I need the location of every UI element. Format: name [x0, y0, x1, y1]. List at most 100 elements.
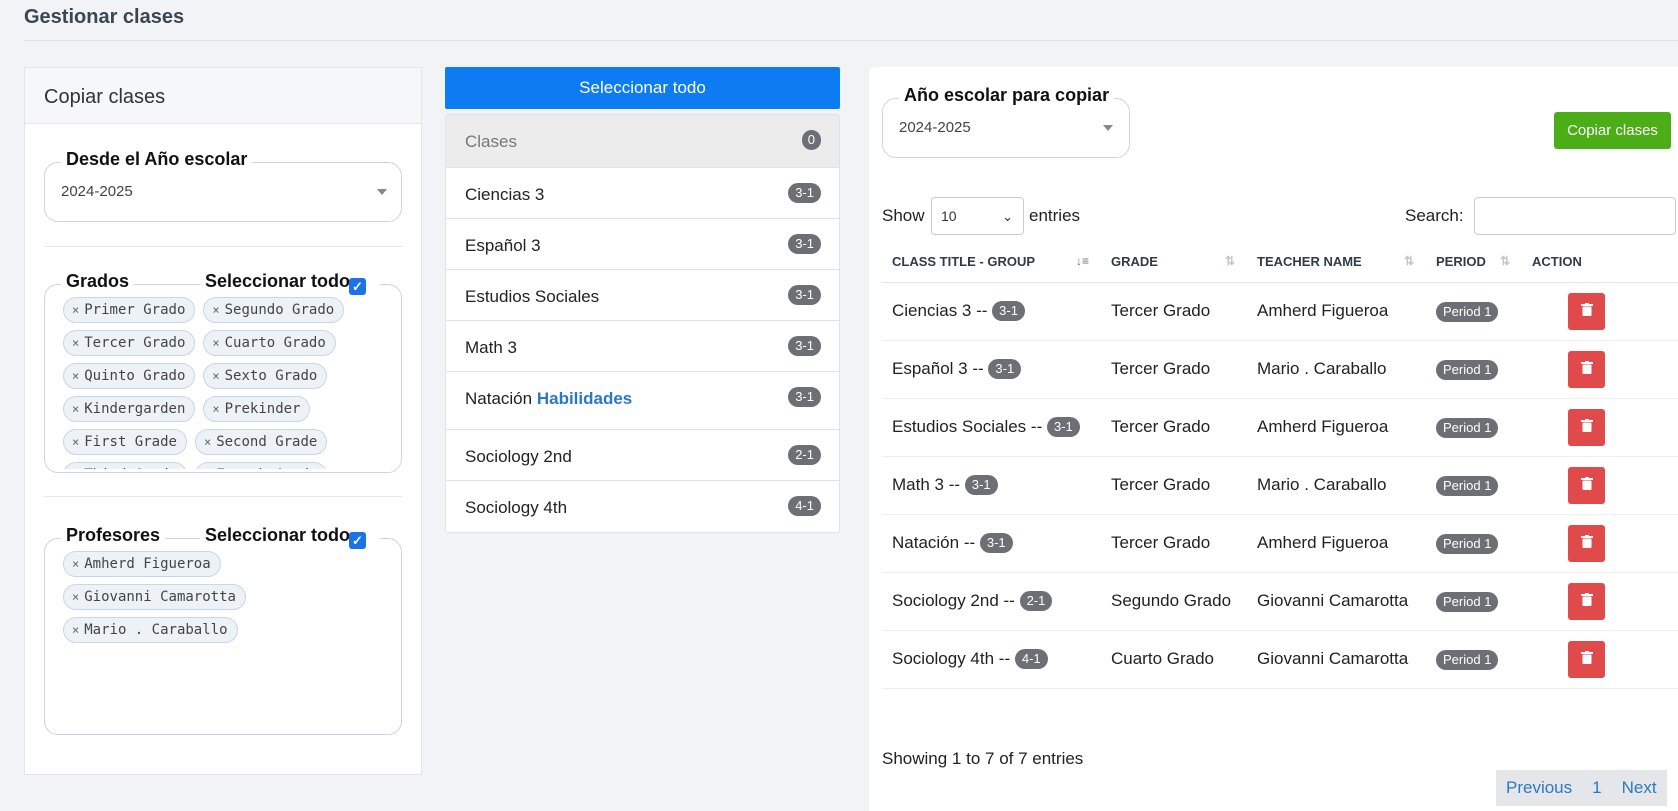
selected-chip[interactable]: × Third Grade — [63, 462, 187, 469]
class-list-item[interactable]: Ciencias 3 3-1 — [446, 168, 839, 219]
class-list-item[interactable]: Sociology 4th 4-1 — [446, 481, 839, 532]
trash-icon — [1580, 534, 1593, 548]
cell-class-title: Natación -- 3-1 — [882, 514, 1101, 573]
close-icon[interactable]: × — [212, 336, 219, 350]
show-label: Show — [882, 206, 925, 225]
close-icon[interactable]: × — [72, 435, 79, 449]
delete-button[interactable] — [1568, 292, 1605, 330]
cell-class-title: Estudios Sociales -- 3-1 — [882, 398, 1101, 457]
table-row: Sociology 4th -- 4-1 Cuarto Grado Giovanni… — [882, 630, 1678, 689]
chip-label: Second Grade — [216, 434, 318, 450]
class-list-item[interactable]: Sociology 2nd 2-1 — [446, 430, 839, 481]
selected-chip[interactable]: × Second Grade — [194, 429, 328, 455]
delete-button[interactable] — [1568, 640, 1605, 678]
selected-chip[interactable]: × Quinto Grado — [63, 363, 196, 389]
selected-chip[interactable]: × Giovanni Camarotta — [63, 584, 246, 610]
selected-chip[interactable]: × Fourth Grade — [194, 462, 328, 469]
column-header-period[interactable]: PERIOD ⇅ — [1426, 241, 1522, 283]
cell-action — [1522, 514, 1678, 573]
close-icon[interactable]: × — [204, 468, 211, 469]
cell-grade: Tercer Grado — [1101, 282, 1247, 341]
cell-teacher: Giovanni Camarotta — [1247, 630, 1426, 689]
grades-legend: Grados — [61, 271, 135, 292]
cell-action — [1522, 630, 1678, 689]
class-list-item[interactable]: Natación Habilidades 3-1 — [446, 372, 839, 430]
cell-action — [1522, 398, 1678, 457]
close-icon[interactable]: × — [212, 303, 219, 317]
chevron-down-icon — [1103, 125, 1113, 131]
selected-chip[interactable]: × Tercer Grado — [63, 330, 196, 356]
close-icon[interactable]: × — [72, 623, 79, 637]
page-title: Gestionar clases — [24, 6, 185, 28]
chip-row: × Kindergarden × Prekinder — [63, 396, 401, 429]
target-year-select[interactable]: Año escolar para copiar 2024-2025 — [882, 85, 1130, 158]
cell-period: Period 1 — [1426, 340, 1522, 399]
selected-chip[interactable]: × Sexto Grado — [203, 363, 328, 389]
group-badge: 3-1 — [992, 301, 1025, 322]
title-divider — [24, 40, 1678, 41]
cell-grade: Tercer Grado — [1101, 514, 1247, 573]
period-badge: Period 1 — [1436, 301, 1499, 322]
class-list-item[interactable]: Estudios Sociales 3-1 — [446, 270, 839, 321]
close-icon[interactable]: × — [204, 435, 211, 449]
close-icon[interactable]: × — [212, 402, 219, 416]
cell-teacher: Amherd Figueroa — [1247, 282, 1426, 341]
delete-button[interactable] — [1568, 466, 1605, 504]
delete-button[interactable] — [1568, 408, 1605, 446]
group-badge: 3-1 — [964, 475, 998, 496]
cell-grade: Cuarto Grado — [1101, 630, 1247, 689]
cell-grade: Segundo Grado — [1101, 572, 1247, 631]
selected-chip[interactable]: × First Grade — [63, 429, 187, 455]
delete-button[interactable] — [1568, 524, 1605, 562]
search-input[interactable] — [1474, 197, 1676, 235]
trash-icon — [1580, 418, 1593, 432]
delete-button[interactable] — [1568, 582, 1605, 620]
selected-chip[interactable]: × Primer Grado — [63, 297, 196, 323]
chip-row: × Mario . Caraballo — [63, 617, 401, 650]
column-header-class-title[interactable]: CLASS TITLE - GROUP ↓≡ — [882, 241, 1101, 283]
pagination-page[interactable]: 1 — [1582, 770, 1611, 806]
table-row: Ciencias 3 -- 3-1 Tercer Grado Amherd Figu… — [882, 282, 1678, 341]
chip-label: Primer Grado — [84, 302, 186, 318]
close-icon[interactable]: × — [212, 369, 219, 383]
close-icon[interactable]: × — [72, 336, 79, 350]
selected-chip[interactable]: × Mario . Caraballo — [63, 617, 238, 643]
close-icon[interactable]: × — [72, 590, 79, 604]
column-header-teacher[interactable]: TEACHER NAME ⇅ — [1247, 241, 1426, 283]
close-icon[interactable]: × — [72, 468, 79, 469]
chip-label: Tercer Grado — [84, 335, 186, 351]
teachers-chip-list: × Amherd Figueroa × Giovanni Camarotta × Mari… — [45, 551, 401, 731]
classes-table: CLASS TITLE - GROUP ↓≡ GRADE ⇅ TEACHER NAM… — [882, 241, 1678, 689]
period-badge: Period 1 — [1436, 359, 1499, 380]
close-icon[interactable]: × — [72, 369, 79, 383]
class-list-item[interactable]: Español 3 3-1 — [446, 219, 839, 270]
selected-chip[interactable]: × Segundo Grado — [203, 297, 345, 323]
table-row: Sociology 2nd -- 2-1 Segundo Grado Giovann… — [882, 572, 1678, 631]
class-list-item[interactable]: Math 3 3-1 — [446, 321, 839, 372]
selected-chip[interactable]: × Kindergarden — [63, 396, 196, 422]
target-year-value: 2024-2025 — [899, 119, 971, 136]
select-all-button[interactable]: Seleccionar todo — [445, 67, 840, 109]
selected-chip[interactable]: × Prekinder — [203, 396, 311, 422]
grades-select-all-checkbox[interactable]: ✓ — [349, 278, 366, 295]
target-year-legend: Año escolar para copiar — [899, 85, 1115, 106]
pagination-previous[interactable]: Previous — [1496, 770, 1582, 806]
pagination-next[interactable]: Next — [1612, 770, 1667, 806]
cell-class-title: Math 3 -- 3-1 — [882, 456, 1101, 515]
close-icon[interactable]: × — [72, 557, 79, 571]
cell-teacher: Giovanni Camarotta — [1247, 572, 1426, 631]
page-length-select[interactable]: 10 ⌄ — [931, 197, 1024, 235]
copy-classes-button[interactable]: Copiar clases — [1554, 112, 1671, 149]
selected-chip[interactable]: × Amherd Figueroa — [63, 551, 221, 577]
close-icon[interactable]: × — [72, 402, 79, 416]
chip-row: × Third Grade × Fourth Grade — [63, 462, 401, 469]
chip-row: × First Grade × Second Grade — [63, 429, 401, 462]
column-header-grade[interactable]: GRADE ⇅ — [1101, 241, 1247, 283]
selected-chip[interactable]: × Cuarto Grado — [203, 330, 336, 356]
period-badge: Period 1 — [1436, 591, 1499, 612]
delete-button[interactable] — [1568, 350, 1605, 388]
teachers-select-all-checkbox[interactable]: ✓ — [349, 532, 366, 549]
close-icon[interactable]: × — [72, 303, 79, 317]
from-year-select[interactable]: Desde el Año escolar 2024-2025 — [44, 149, 402, 222]
chip-row: × Quinto Grado × Sexto Grado — [63, 363, 401, 396]
